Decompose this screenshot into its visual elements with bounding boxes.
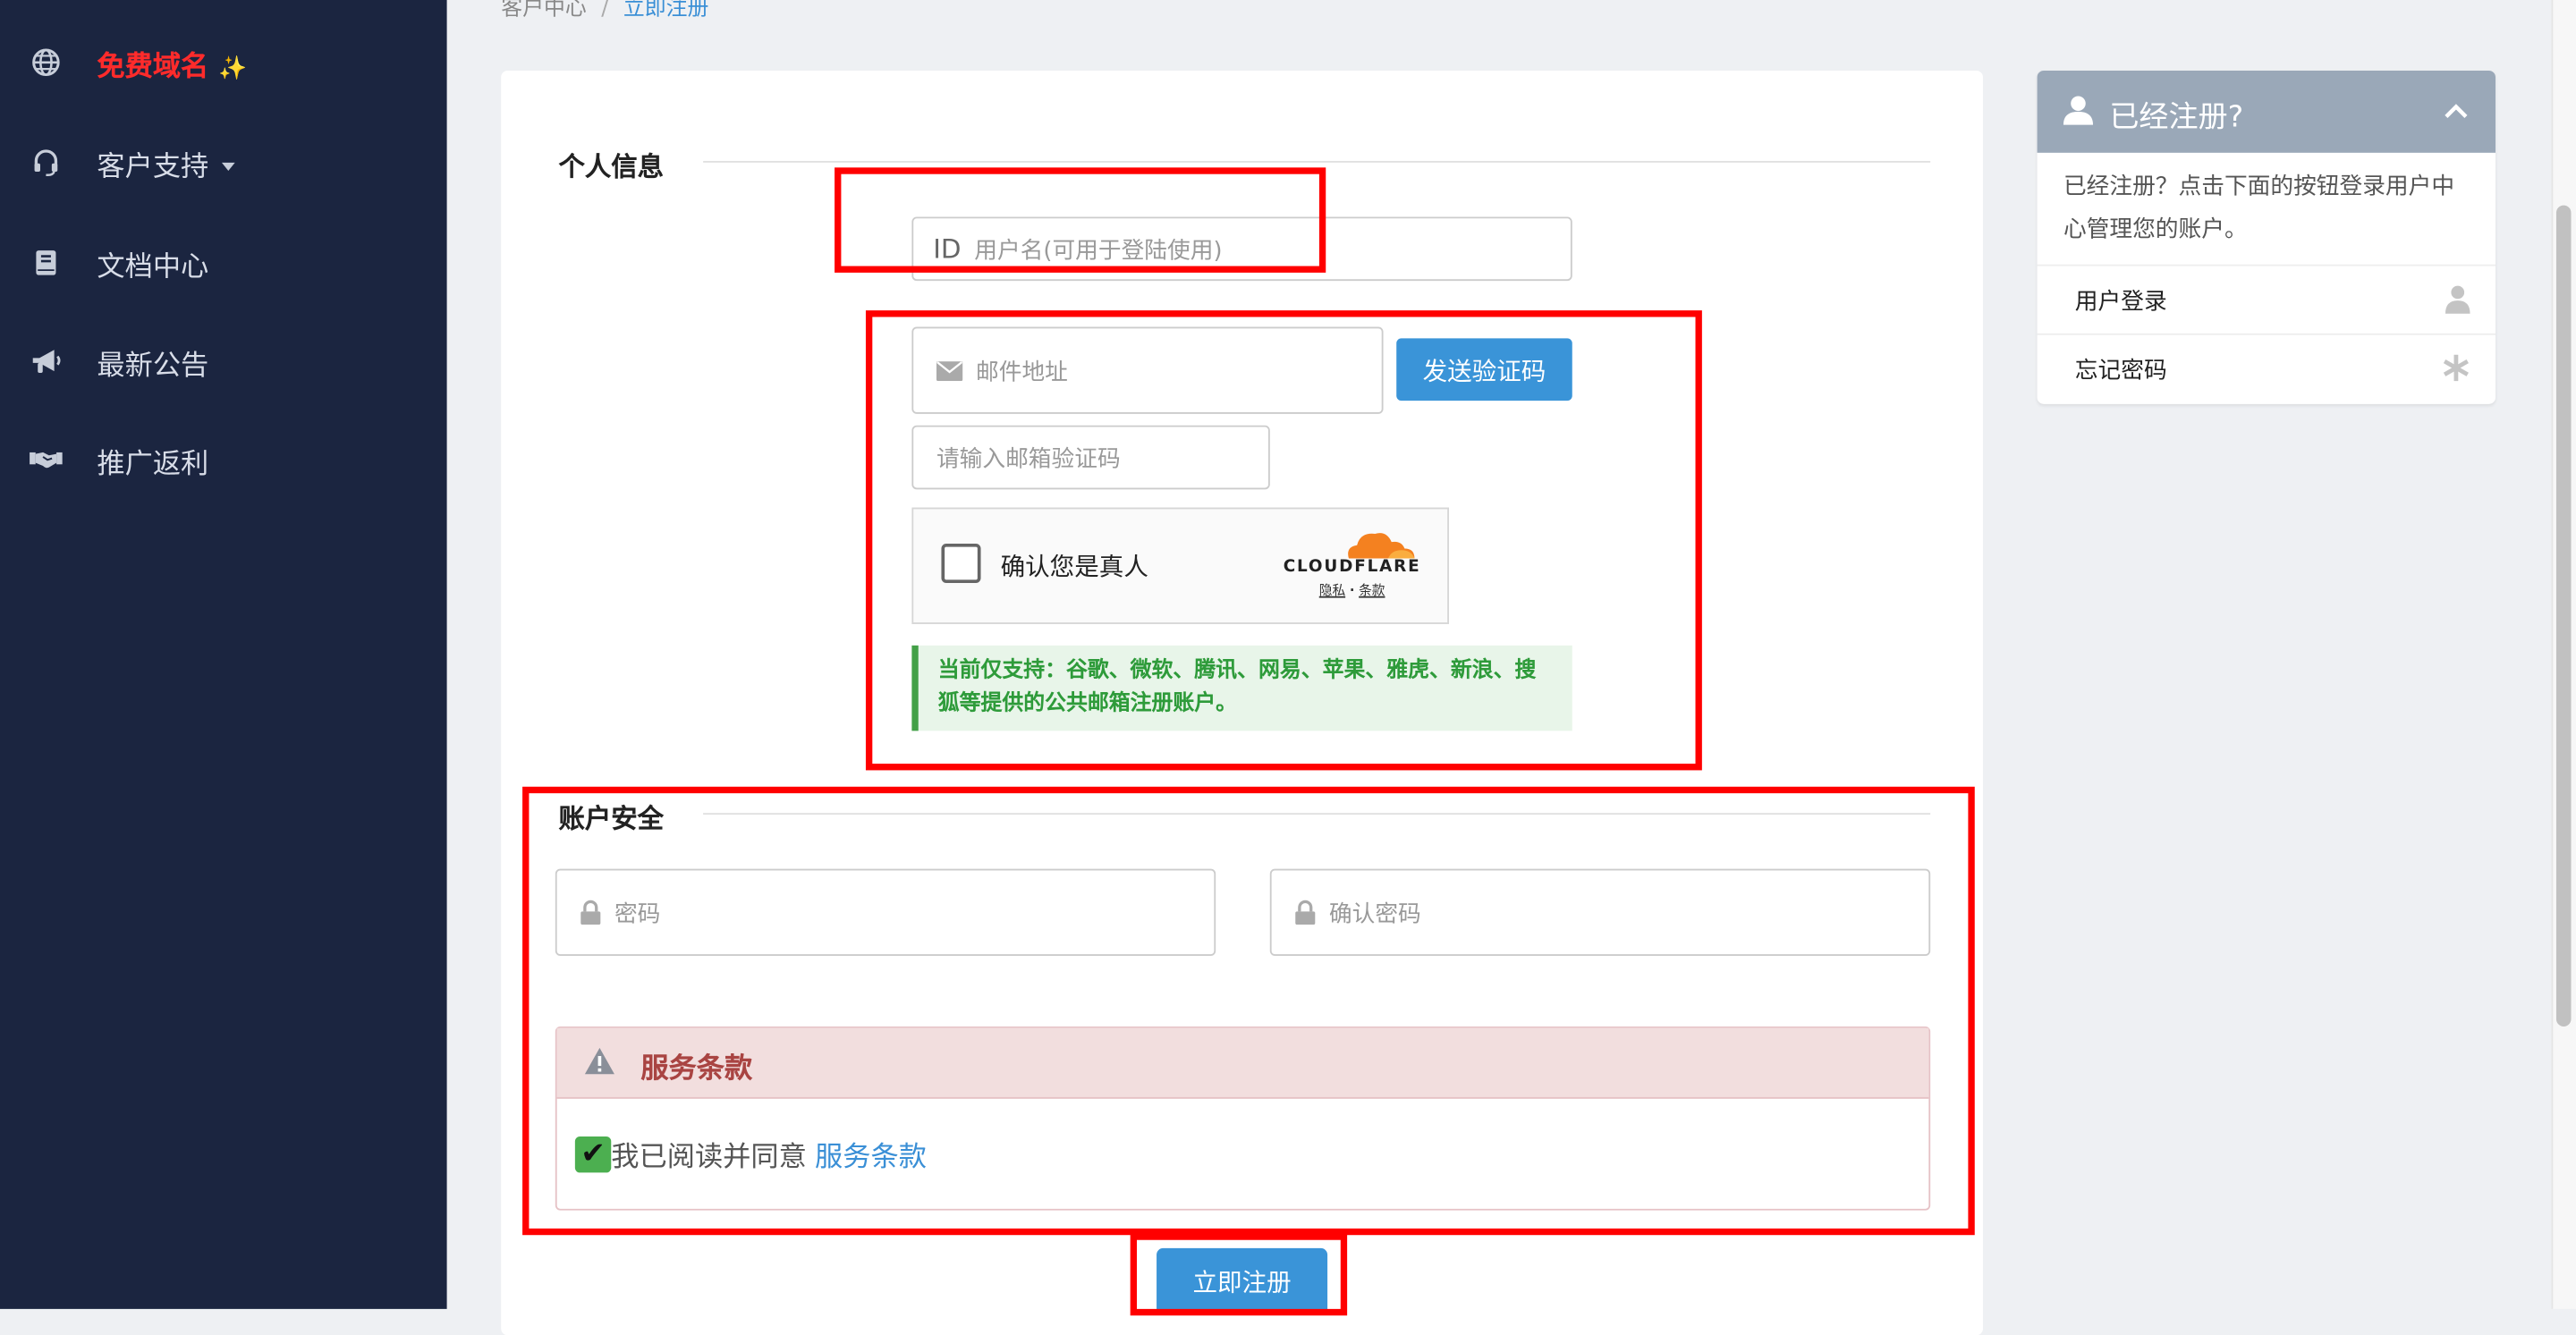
confirm-password-placeholder: 确认密码 bbox=[1328, 900, 1421, 927]
email-support-notice: 当前仅支持：谷歌、微软、腾讯、网易、苹果、雅虎、新浪、搜狐等提供的公共邮箱注册账… bbox=[911, 645, 1572, 731]
panel-title: 已经注册? bbox=[2109, 100, 2244, 135]
email-code-placeholder: 请输入邮箱验证码 bbox=[936, 445, 1121, 473]
sidebar-item-label: 文档中心 bbox=[97, 250, 209, 283]
terms-agree-label: 我已阅读并同意 bbox=[611, 1141, 807, 1175]
captcha-terms-link[interactable]: 条款 bbox=[1359, 583, 1385, 598]
already-registered-panel: 已经注册? 已经注册？点击下面的按钮登录用户中心管理您的账户。 用户登录 忘记密… bbox=[2037, 70, 2496, 404]
terms-agree-checkbox[interactable]: ✔ bbox=[574, 1136, 612, 1172]
cloudflare-logo: CLOUDFLARE 隐私 · 条款 bbox=[1283, 526, 1420, 608]
cloudflare-captcha: 确认您是真人 CLOUDFLARE 隐私 · 条款 bbox=[911, 507, 1449, 624]
sidebar-item-announcements[interactable]: 最新公告 bbox=[0, 328, 447, 393]
envelope-icon bbox=[936, 360, 963, 381]
email-code-input[interactable]: 请输入邮箱验证码 bbox=[911, 425, 1270, 490]
breadcrumb-separator: / bbox=[601, 0, 609, 21]
sidebar-item-label: 客户支持 bbox=[97, 150, 209, 183]
section-title-personal: 个人信息 bbox=[558, 150, 665, 182]
terms-title: 服务条款 bbox=[640, 1052, 753, 1086]
breadcrumb-current: 立即注册 bbox=[623, 0, 709, 21]
captcha-dot: · bbox=[1349, 583, 1355, 598]
chevron-up-icon[interactable] bbox=[2443, 97, 2469, 128]
lock-icon bbox=[1294, 900, 1316, 925]
cloud-icon bbox=[1348, 533, 1415, 559]
user-icon bbox=[2062, 94, 2095, 133]
terms-link[interactable]: 服务条款 bbox=[815, 1133, 927, 1175]
login-link[interactable]: 用户登录 bbox=[2037, 264, 2496, 334]
asterisk-icon bbox=[2441, 353, 2470, 389]
headset-icon bbox=[30, 146, 63, 179]
sidebar-item-support[interactable]: 客户支持 bbox=[0, 130, 447, 195]
user-icon bbox=[2445, 284, 2470, 320]
panel-header[interactable]: 已经注册? bbox=[2037, 70, 2496, 153]
warning-icon bbox=[583, 1046, 616, 1082]
sidebar-item-label: 免费域名 bbox=[97, 50, 209, 83]
sidebar-item-label: 推广返利 bbox=[97, 447, 209, 481]
lock-icon bbox=[580, 900, 601, 925]
email-input[interactable]: 邮件地址 bbox=[911, 326, 1384, 414]
sparkle-icon: ✨ bbox=[218, 55, 248, 81]
forgot-password-link[interactable]: 忘记密码 bbox=[2037, 333, 2496, 402]
captcha-label: 确认您是真人 bbox=[1000, 552, 1148, 582]
divider bbox=[703, 161, 1931, 163]
username-input[interactable]: ID 用户名(可用于登陆使用) bbox=[911, 216, 1572, 282]
breadcrumb-link-parent[interactable]: 客户中心 bbox=[501, 0, 587, 21]
confirm-password-input[interactable]: 确认密码 bbox=[1269, 868, 1931, 956]
sidebar-item-affiliate[interactable]: 推广返利 bbox=[0, 427, 447, 493]
sidebar-item-free-domain[interactable]: 免费域名 ✨ bbox=[0, 30, 447, 95]
section-title-security: 账户安全 bbox=[558, 803, 665, 835]
panel-description: 已经注册？点击下面的按钮登录用户中心管理您的账户。 bbox=[2063, 173, 2455, 243]
globe-icon bbox=[30, 46, 63, 79]
sidebar-item-docs[interactable]: 文档中心 bbox=[0, 230, 447, 295]
password-placeholder: 密码 bbox=[614, 900, 661, 927]
chevron-down-icon bbox=[221, 162, 235, 172]
scrollbar-thumb[interactable] bbox=[2555, 205, 2572, 1027]
megaphone-icon bbox=[30, 345, 63, 378]
terms-header: 服务条款 bbox=[556, 1027, 1929, 1099]
password-input[interactable]: 密码 bbox=[555, 868, 1216, 956]
book-icon bbox=[30, 247, 63, 280]
id-prefix: ID bbox=[933, 232, 962, 265]
handshake-icon bbox=[30, 444, 63, 477]
captcha-privacy-link[interactable]: 隐私 bbox=[1319, 583, 1345, 598]
email-placeholder: 邮件地址 bbox=[976, 359, 1068, 385]
login-label: 用户登录 bbox=[2074, 289, 2167, 316]
register-button[interactable]: 立即注册 bbox=[1157, 1247, 1328, 1314]
forgot-password-label: 忘记密码 bbox=[2074, 358, 2167, 384]
username-placeholder: 用户名(可用于登陆使用) bbox=[974, 237, 1223, 264]
sidebar: 免费域名 ✨ 客户支持 文档中心 最新公告 推广返利 bbox=[0, 0, 447, 1309]
captcha-checkbox[interactable] bbox=[941, 543, 981, 584]
terms-panel: 服务条款 ✔ 我已阅读并同意 服务条款 bbox=[555, 1026, 1931, 1211]
sidebar-item-label: 最新公告 bbox=[97, 349, 209, 383]
send-code-button[interactable]: 发送验证码 bbox=[1396, 338, 1572, 401]
cloudflare-brand: CLOUDFLARE bbox=[1283, 558, 1421, 577]
divider bbox=[703, 813, 1931, 815]
breadcrumb: 客户中心 / 立即注册 bbox=[501, 0, 708, 21]
